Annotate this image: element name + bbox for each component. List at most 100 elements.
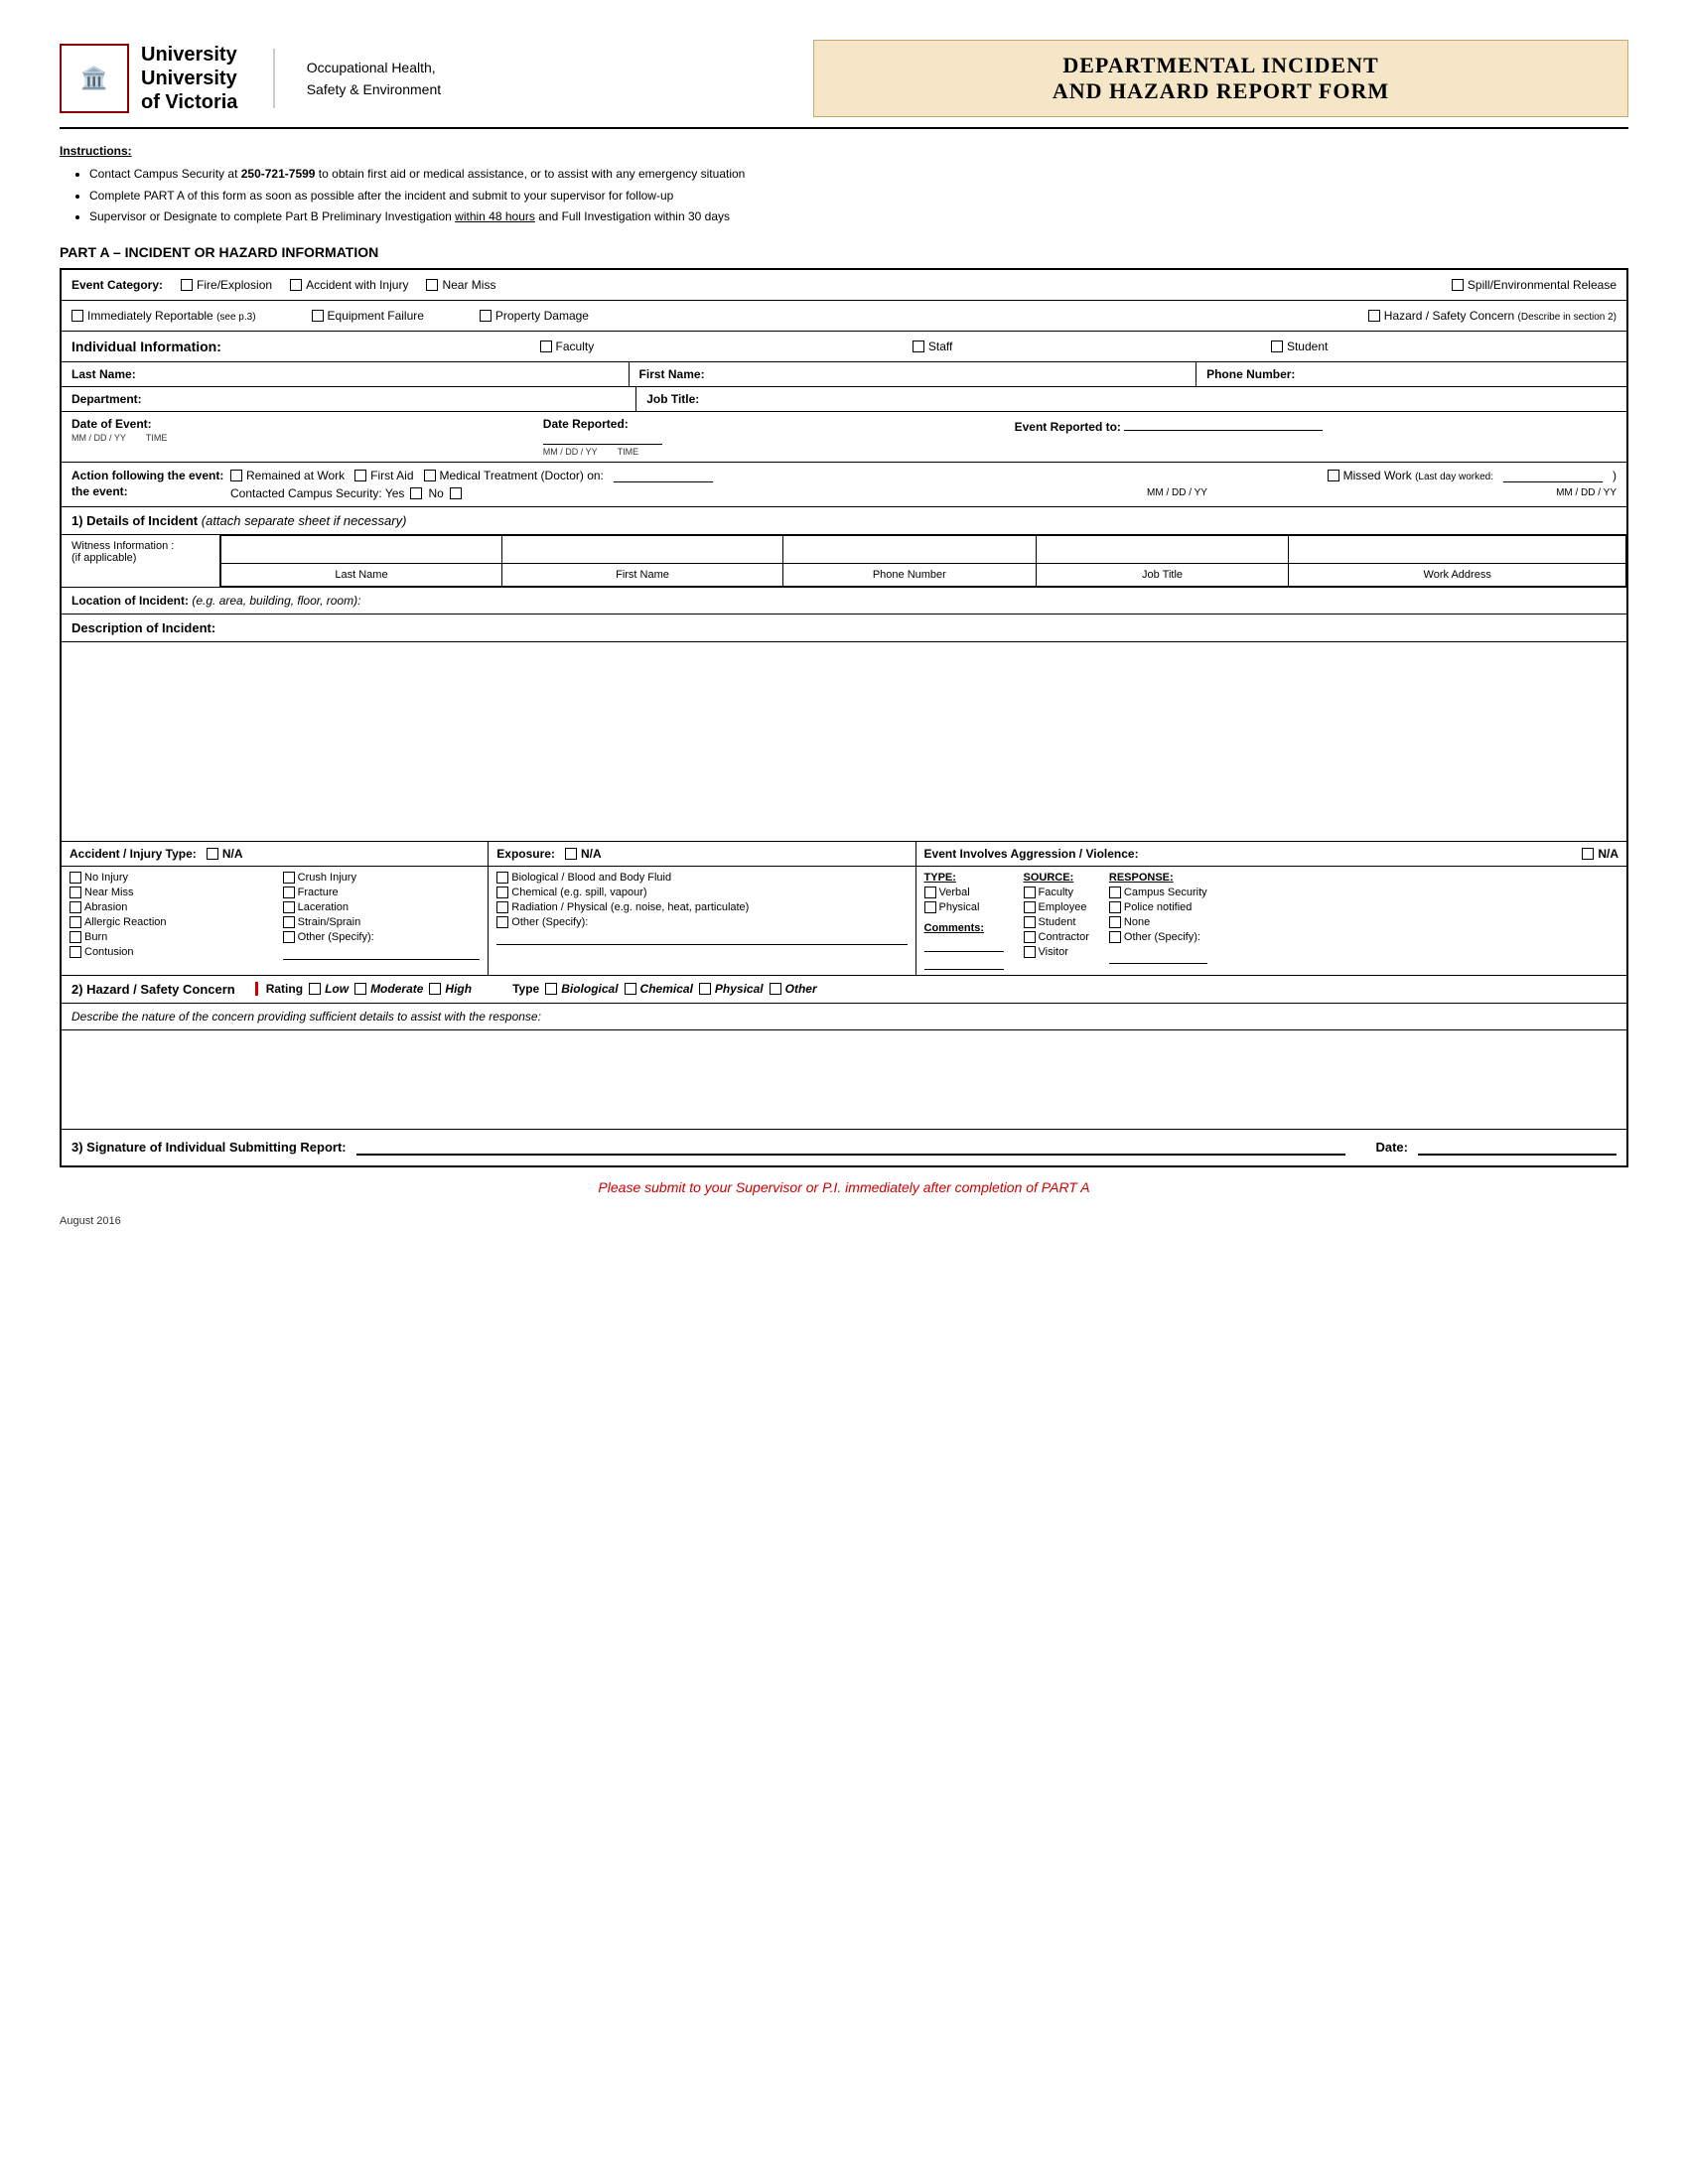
fire-explosion-cb[interactable]: Fire/Explosion bbox=[181, 278, 272, 292]
spill-environmental-checkbox[interactable] bbox=[1452, 279, 1464, 291]
abrasion-checkbox[interactable] bbox=[70, 901, 81, 913]
faculty-source-cb[interactable]: Faculty bbox=[1024, 887, 1089, 898]
student-source-cb[interactable]: Student bbox=[1024, 916, 1089, 928]
other-specify-field[interactable] bbox=[283, 946, 481, 960]
accident-injury-checkbox[interactable] bbox=[290, 279, 302, 291]
other-response-cb[interactable]: Other (Specify): bbox=[1109, 931, 1207, 943]
comments-field2[interactable] bbox=[924, 956, 1004, 970]
moderate-checkbox[interactable] bbox=[354, 983, 366, 995]
other-type-checkbox[interactable] bbox=[770, 983, 781, 995]
property-damage-cb[interactable]: Property Damage bbox=[480, 309, 589, 323]
burn-checkbox[interactable] bbox=[70, 931, 81, 943]
exposure-other-checkbox[interactable] bbox=[496, 916, 508, 928]
witness-first-name-input[interactable] bbox=[502, 535, 783, 563]
student-checkbox[interactable] bbox=[1271, 341, 1283, 352]
faculty-cb[interactable]: Faculty bbox=[540, 340, 595, 353]
none-response-cb[interactable]: None bbox=[1109, 916, 1207, 928]
immediately-reportable-checkbox[interactable] bbox=[71, 310, 83, 322]
low-rating-cb[interactable]: Low bbox=[309, 982, 349, 996]
contacted-yes-checkbox[interactable] bbox=[410, 487, 422, 499]
none-response-checkbox[interactable] bbox=[1109, 916, 1121, 928]
biological-checkbox[interactable] bbox=[496, 872, 508, 884]
spill-environmental-cb[interactable]: Spill/Environmental Release bbox=[1452, 278, 1617, 292]
biological-cb[interactable]: Biological / Blood and Body Fluid bbox=[496, 872, 907, 884]
equipment-failure-checkbox[interactable] bbox=[312, 310, 324, 322]
aggression-na-cb[interactable]: N/A bbox=[1582, 847, 1618, 861]
accident-injury-cb[interactable]: Accident with Injury bbox=[290, 278, 408, 292]
police-notified-cb[interactable]: Police notified bbox=[1109, 901, 1207, 913]
fire-explosion-checkbox[interactable] bbox=[181, 279, 193, 291]
physical-checkbox[interactable] bbox=[924, 901, 936, 913]
high-rating-cb[interactable]: High bbox=[429, 982, 472, 996]
no-injury-checkbox[interactable] bbox=[70, 872, 81, 884]
other-specify-checkbox[interactable] bbox=[283, 931, 295, 943]
visitor-source-cb[interactable]: Visitor bbox=[1024, 946, 1089, 958]
missed-work-cb[interactable]: Missed Work (Last day worked: bbox=[1328, 469, 1493, 482]
visitor-source-checkbox[interactable] bbox=[1024, 946, 1036, 958]
contractor-source-cb[interactable]: Contractor bbox=[1024, 931, 1089, 943]
comments-field[interactable] bbox=[924, 938, 1004, 952]
radiation-cb[interactable]: Radiation / Physical (e.g. noise, heat, … bbox=[496, 901, 907, 913]
chemical-checkbox[interactable] bbox=[496, 887, 508, 898]
exposure-na-checkbox[interactable] bbox=[565, 848, 577, 860]
physical-type-cb[interactable]: Physical bbox=[699, 982, 764, 996]
fracture-cb[interactable]: Fracture bbox=[283, 887, 481, 898]
hazard-textarea[interactable] bbox=[62, 1030, 1626, 1130]
faculty-checkbox[interactable] bbox=[540, 341, 552, 352]
student-source-checkbox[interactable] bbox=[1024, 916, 1036, 928]
contusion-checkbox[interactable] bbox=[70, 946, 81, 958]
laceration-checkbox[interactable] bbox=[283, 901, 295, 913]
chemical-cb[interactable]: Chemical (e.g. spill, vapour) bbox=[496, 887, 907, 898]
witness-job-title-input[interactable] bbox=[1036, 535, 1289, 563]
physical-type-checkbox[interactable] bbox=[699, 983, 711, 995]
desc-content[interactable] bbox=[62, 642, 1626, 841]
other-type-cb[interactable]: Other bbox=[770, 982, 817, 996]
medical-date-field[interactable] bbox=[614, 469, 713, 482]
moderate-rating-cb[interactable]: Moderate bbox=[354, 982, 423, 996]
contractor-source-checkbox[interactable] bbox=[1024, 931, 1036, 943]
witness-phone-input[interactable] bbox=[783, 535, 1037, 563]
exposure-na-cb[interactable]: N/A bbox=[565, 847, 602, 861]
verbal-checkbox[interactable] bbox=[924, 887, 936, 898]
near-miss-checkbox[interactable] bbox=[426, 279, 438, 291]
faculty-source-checkbox[interactable] bbox=[1024, 887, 1036, 898]
immediately-reportable-cb[interactable]: Immediately Reportable (see p.3) bbox=[71, 309, 256, 323]
exposure-other-cb[interactable]: Other (Specify): bbox=[496, 916, 907, 928]
laceration-cb[interactable]: Laceration bbox=[283, 901, 481, 913]
verbal-cb[interactable]: Verbal bbox=[924, 887, 1004, 898]
crush-injury-checkbox[interactable] bbox=[283, 872, 295, 884]
staff-checkbox[interactable] bbox=[913, 341, 924, 352]
campus-security-cb[interactable]: Campus Security bbox=[1109, 887, 1207, 898]
near-miss-injury-checkbox[interactable] bbox=[70, 887, 81, 898]
injury-na-checkbox[interactable] bbox=[207, 848, 218, 860]
contusion-cb[interactable]: Contusion bbox=[70, 946, 267, 958]
crush-injury-cb[interactable]: Crush Injury bbox=[283, 872, 481, 884]
aggression-na-checkbox[interactable] bbox=[1582, 848, 1594, 860]
remained-checkbox[interactable] bbox=[230, 470, 242, 481]
remained-at-work-cb[interactable]: Remained at Work bbox=[230, 469, 345, 482]
fracture-checkbox[interactable] bbox=[283, 887, 295, 898]
strain-sprain-checkbox[interactable] bbox=[283, 916, 295, 928]
other-response-field[interactable] bbox=[1109, 950, 1207, 964]
date-sig-field[interactable] bbox=[1418, 1140, 1617, 1156]
other-specify-cb[interactable]: Other (Specify): bbox=[283, 931, 481, 943]
missed-work-checkbox[interactable] bbox=[1328, 470, 1339, 481]
chemical-type-checkbox[interactable] bbox=[625, 983, 636, 995]
radiation-checkbox[interactable] bbox=[496, 901, 508, 913]
other-response-checkbox[interactable] bbox=[1109, 931, 1121, 943]
allergic-reaction-cb[interactable]: Allergic Reaction bbox=[70, 916, 267, 928]
employee-source-cb[interactable]: Employee bbox=[1024, 901, 1089, 913]
property-damage-checkbox[interactable] bbox=[480, 310, 492, 322]
student-cb[interactable]: Student bbox=[1271, 340, 1328, 353]
biological-type-cb[interactable]: Biological bbox=[545, 982, 618, 996]
event-reported-to-field[interactable] bbox=[1124, 417, 1323, 431]
strain-sprain-cb[interactable]: Strain/Sprain bbox=[283, 916, 481, 928]
biological-type-checkbox[interactable] bbox=[545, 983, 557, 995]
no-injury-cb[interactable]: No Injury bbox=[70, 872, 267, 884]
witness-work-address-input[interactable] bbox=[1289, 535, 1626, 563]
physical-cb[interactable]: Physical bbox=[924, 901, 1004, 913]
employee-source-checkbox[interactable] bbox=[1024, 901, 1036, 913]
allergic-reaction-checkbox[interactable] bbox=[70, 916, 81, 928]
near-miss-injury-cb[interactable]: Near Miss bbox=[70, 887, 267, 898]
chemical-type-cb[interactable]: Chemical bbox=[625, 982, 693, 996]
